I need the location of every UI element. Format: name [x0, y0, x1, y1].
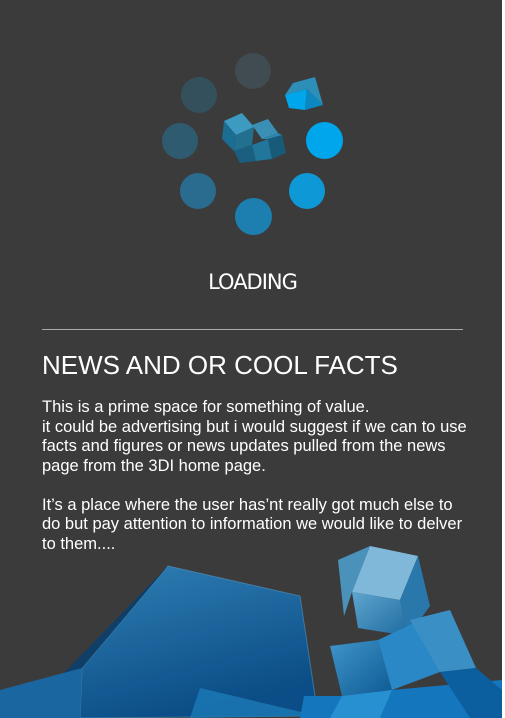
spinner-dot-top: [235, 53, 271, 89]
spinner-dot-right-upper: [306, 122, 343, 159]
news-heading: NEWS AND OR COOL FACTS: [42, 350, 398, 380]
loading-label: LOADING: [208, 270, 298, 294]
loading-spinner: [150, 45, 350, 245]
section-divider: [42, 329, 463, 330]
spinner-dot-left-upper: [181, 77, 217, 113]
decorative-cubes-graphic: [0, 546, 502, 718]
center-cubes-icon: [222, 113, 286, 163]
loading-screen: LOADING NEWS AND OR COOL FACTS This is a…: [0, 0, 502, 718]
news-paragraph: This is a prime space for something of v…: [42, 398, 467, 475]
spinner-dot-left: [162, 123, 198, 159]
spinner-dot-bottom: [235, 198, 272, 235]
spinner-dot-left-lower: [180, 173, 216, 209]
spinner-dot-right-lower: [289, 173, 325, 209]
